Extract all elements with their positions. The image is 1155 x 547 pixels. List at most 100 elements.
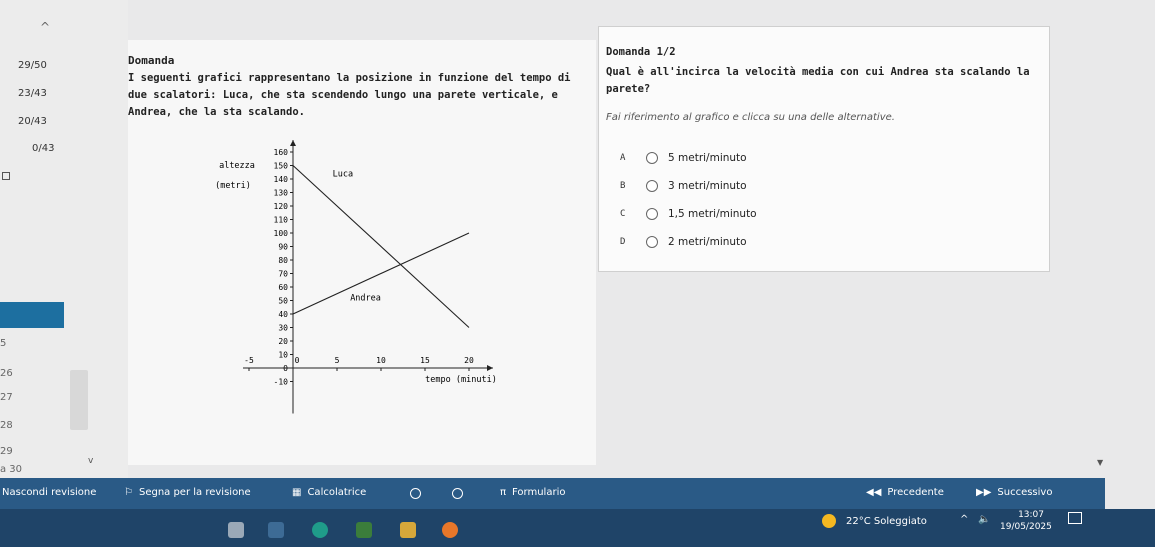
weather-icon[interactable] — [822, 514, 836, 528]
formulas-button[interactable]: π Formulario — [500, 487, 565, 498]
y-tick-label: 120 — [274, 202, 289, 211]
y-tick-label: 110 — [274, 216, 289, 225]
flag-icon: ⚐ — [124, 487, 133, 498]
x-tick-label: -5 — [244, 356, 254, 365]
rail-scrollbar[interactable] — [70, 370, 88, 430]
next-button[interactable]: ▶▶ Successivo — [976, 487, 1052, 498]
scroll-down-icon[interactable]: v — [88, 456, 93, 466]
zoom-out-button[interactable] — [410, 488, 421, 499]
y-tick-label: 140 — [274, 175, 289, 184]
file-explorer-icon[interactable] — [400, 522, 416, 538]
calculator-button[interactable]: ▦ Calcolatrice — [292, 487, 366, 498]
series-label: Luca — [333, 169, 353, 179]
hide-review-button[interactable]: Nascondi revisione — [2, 487, 96, 498]
y-tick-label: 80 — [278, 256, 288, 265]
tray-chevron-icon[interactable]: ^ — [960, 514, 968, 525]
hide-review-label: Nascondi revisione — [2, 487, 97, 498]
y-tick-label: 50 — [278, 297, 288, 306]
y-axis-label: altezza — [219, 161, 255, 171]
question-number[interactable]: 27 — [0, 392, 13, 403]
y-tick-label: 20 — [278, 337, 288, 346]
option-b[interactable]: B 3 metri/minuto — [620, 180, 747, 192]
x-tick-label: 20 — [464, 356, 474, 365]
option-letter: D — [620, 237, 626, 247]
y-tick-label: 150 — [274, 162, 289, 171]
zoom-in-button[interactable] — [452, 488, 463, 499]
y-axis-arrow — [290, 140, 296, 146]
x-axis-label: tempo (minuti) — [425, 375, 497, 385]
question-number[interactable]: 29 — [0, 446, 13, 457]
notification-icon[interactable] — [1068, 512, 1082, 524]
option-a[interactable]: A 5 metri/minuto — [620, 152, 747, 164]
radio-button[interactable] — [646, 236, 658, 248]
y-tick-label: -10 — [274, 378, 289, 387]
question-number[interactable]: 26 — [0, 368, 13, 379]
y-tick-label: 0 — [283, 364, 288, 373]
x-tick-label: 0 — [295, 356, 300, 365]
option-letter: B — [620, 181, 626, 191]
position-time-chart: -100102030405060708090100110120130140150… — [215, 140, 497, 414]
next-label: Successivo — [997, 487, 1053, 498]
question-title: Domanda — [128, 54, 175, 67]
scroll-corner-icon[interactable]: ▼ — [1097, 458, 1103, 467]
flag-review-button[interactable]: ⚐ Segna per la revisione — [124, 487, 251, 498]
y-tick-label: 90 — [278, 243, 288, 252]
footer-toolbar: Nascondi revisione ⚐ Segna per la revisio… — [0, 478, 1105, 509]
x-tick-label: 15 — [420, 356, 430, 365]
selected-question-highlight[interactable] — [0, 302, 64, 328]
app-icon[interactable] — [268, 522, 284, 538]
firefox-icon[interactable] — [442, 522, 458, 538]
option-c[interactable]: C 1,5 metri/minuto — [620, 208, 757, 220]
option-d[interactable]: D 2 metri/minuto — [620, 236, 747, 248]
previous-button[interactable]: ◀◀ Precedente — [866, 487, 944, 498]
x-tick-label: 10 — [376, 356, 386, 365]
series-line-luca — [292, 165, 470, 328]
y-tick-label: 130 — [274, 189, 289, 198]
collapse-icon[interactable] — [2, 172, 10, 180]
pi-icon: π — [500, 487, 507, 498]
previous-icon: ◀◀ — [866, 487, 882, 498]
section-counter[interactable]: 20/43 — [18, 116, 47, 127]
scroll-up-icon[interactable]: ^ — [40, 20, 50, 34]
x-axis-arrow — [487, 365, 493, 371]
option-letter: C — [620, 209, 626, 219]
formulas-label: Formulario — [512, 487, 566, 498]
clock-date[interactable]: 19/05/2025 — [1000, 522, 1052, 532]
question-navigator — [0, 0, 128, 478]
zoom-out-icon — [410, 488, 421, 499]
series-line-andrea — [292, 232, 470, 315]
zoom-in-icon — [452, 488, 463, 499]
radio-button[interactable] — [646, 152, 658, 164]
volume-icon[interactable]: 🔈 — [978, 514, 990, 525]
section-counter[interactable]: 29/50 — [18, 60, 47, 71]
previous-label: Precedente — [887, 487, 944, 498]
option-letter: A — [620, 153, 626, 163]
next-icon: ▶▶ — [976, 487, 992, 498]
radio-button[interactable] — [646, 208, 658, 220]
section-counter[interactable]: 23/43 — [18, 88, 47, 99]
edge-icon[interactable] — [312, 522, 328, 538]
answer-hint: Fai riferimento al grafico e clicca su u… — [606, 112, 895, 123]
option-text: 1,5 metri/minuto — [668, 208, 757, 220]
app-icon[interactable] — [356, 522, 372, 538]
option-text: 3 metri/minuto — [668, 180, 747, 192]
y-tick-label: 30 — [278, 324, 288, 333]
section-counter[interactable]: 0/43 — [32, 143, 54, 154]
calculator-label: Calcolatrice — [307, 487, 367, 498]
flag-review-label: Segna per la revisione — [138, 487, 251, 498]
task-view-icon[interactable] — [228, 522, 244, 538]
question-number[interactable]: 28 — [0, 420, 13, 431]
answer-title: Domanda 1/2 — [606, 46, 676, 58]
y-tick-label: 100 — [274, 229, 289, 238]
y-tick-label: 10 — [278, 351, 288, 360]
answer-question: Qual è all'incirca la velocità media con… — [606, 66, 1030, 95]
y-axis-label: (metri) — [215, 181, 251, 191]
radio-button[interactable] — [646, 180, 658, 192]
y-tick-label: 40 — [278, 310, 288, 319]
question-number[interactable]: 5 — [0, 338, 6, 349]
y-tick-label: 160 — [274, 148, 289, 157]
series-label: Andrea — [350, 294, 381, 304]
clock-time[interactable]: 13:07 — [1010, 510, 1044, 520]
question-number[interactable]: a 30 — [0, 464, 22, 475]
weather-text[interactable]: 22°C Soleggiato — [846, 516, 927, 527]
